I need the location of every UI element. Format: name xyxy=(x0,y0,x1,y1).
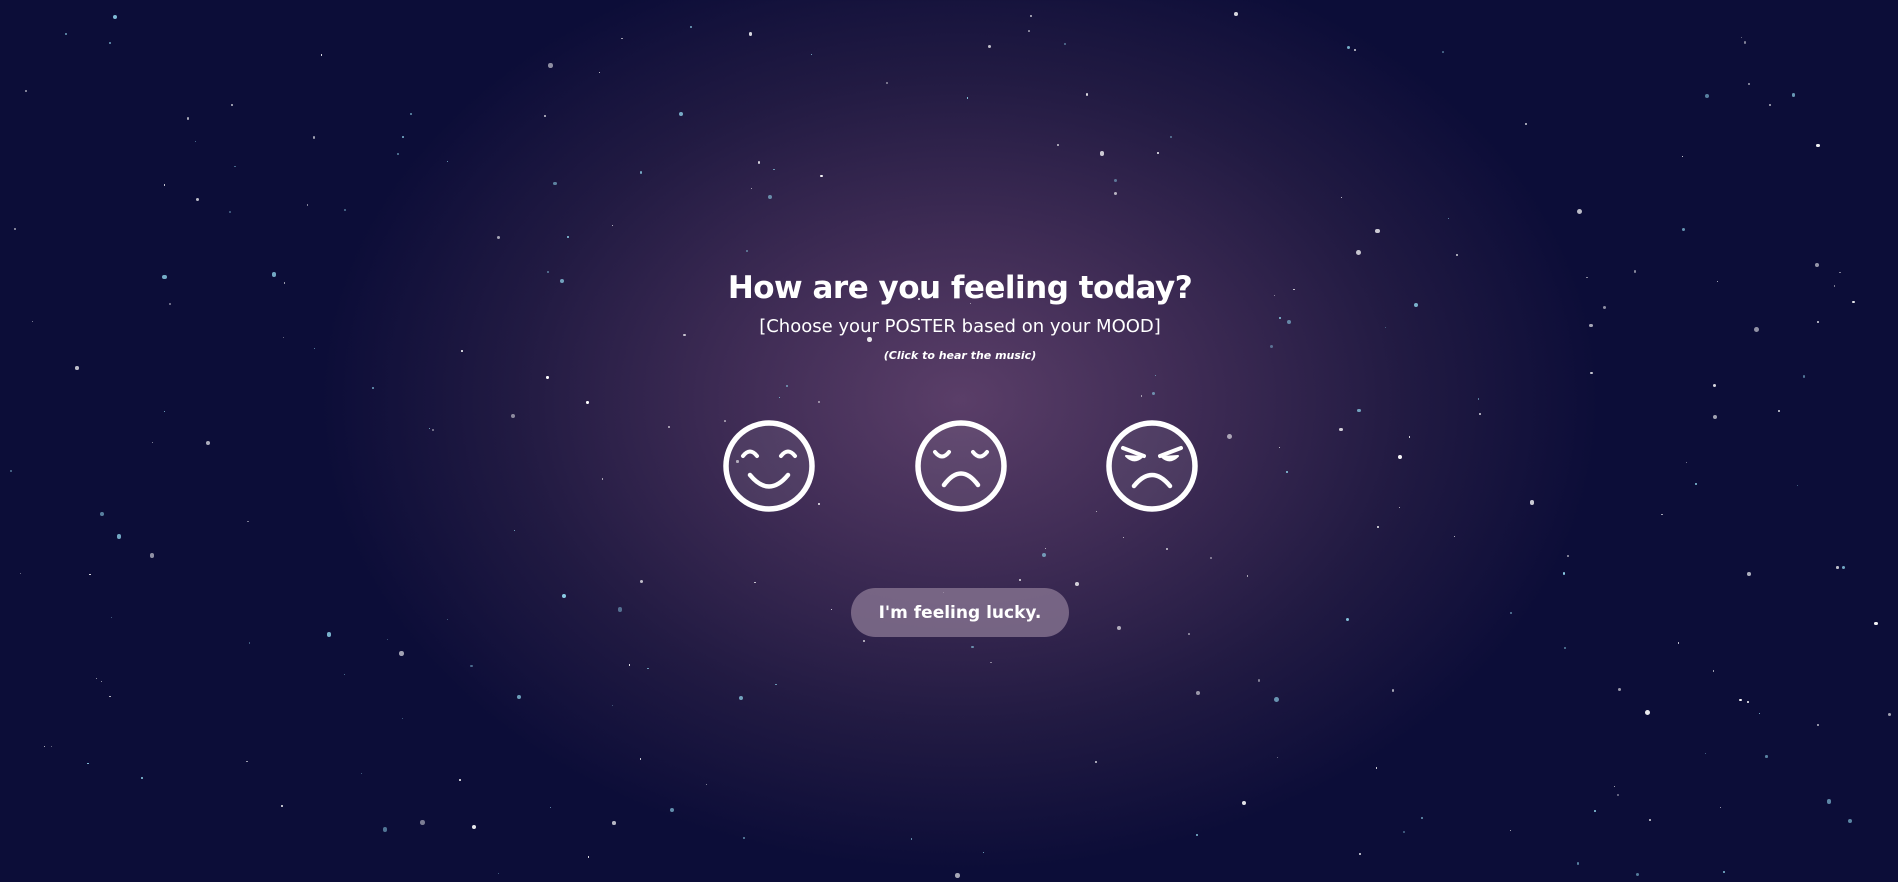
mood-angry-button[interactable] xyxy=(1104,418,1200,514)
feeling-lucky-button[interactable]: I'm feeling lucky. xyxy=(851,588,1069,637)
page-title: How are you feeling today? xyxy=(727,270,1193,306)
music-hint: (Click to hear the music) xyxy=(883,349,1037,362)
mood-options xyxy=(0,418,1898,518)
happy-face-icon xyxy=(723,420,815,512)
sad-face-icon xyxy=(915,420,1007,512)
mood-sad-button[interactable] xyxy=(913,418,1009,514)
mood-selector-page: How are you feeling today? [Choose your … xyxy=(0,0,1898,882)
page-subtitle: [Choose your POSTER based on your MOOD] xyxy=(759,316,1161,337)
angry-face-icon xyxy=(1106,420,1198,512)
mood-happy-button[interactable] xyxy=(721,418,817,514)
